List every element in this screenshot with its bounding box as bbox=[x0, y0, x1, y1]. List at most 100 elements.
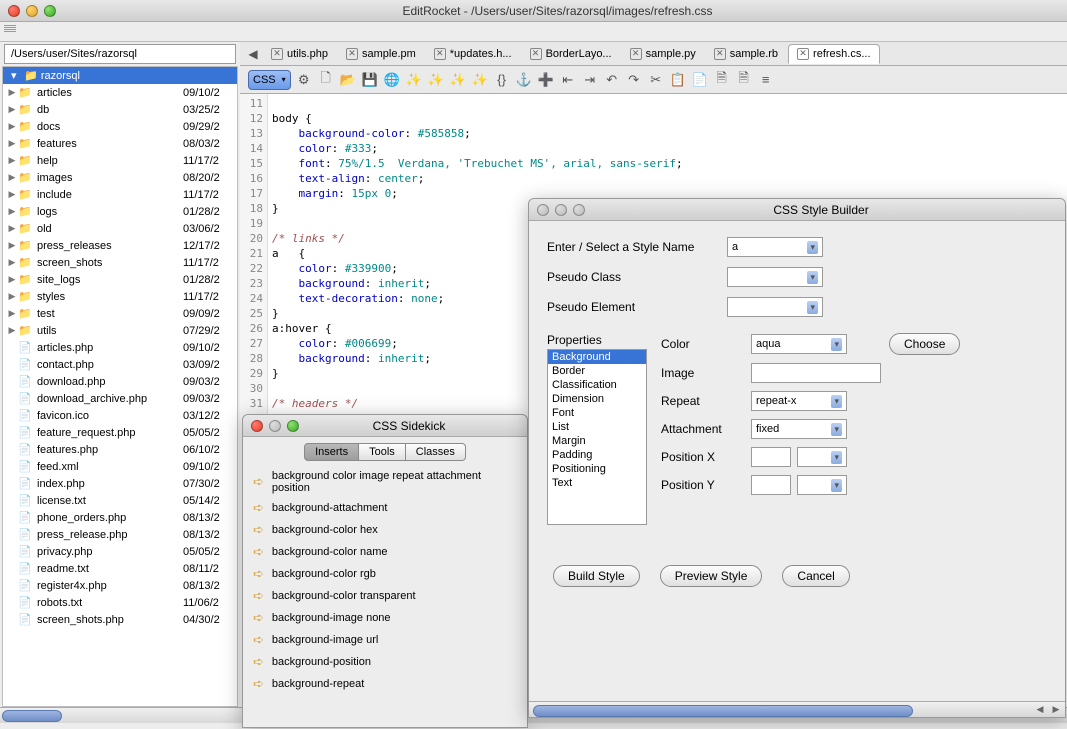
posy-unit-combo[interactable] bbox=[797, 475, 847, 495]
tree-file[interactable]: 📄readme.txt08/11/2 bbox=[3, 560, 237, 577]
sidekick-item[interactable]: ➪background-repeat bbox=[243, 673, 527, 695]
plus-icon[interactable]: ➕ bbox=[537, 71, 555, 89]
builder-close-button[interactable] bbox=[537, 204, 549, 216]
sidekick-item[interactable]: ➪background color image repeat attachmen… bbox=[243, 467, 527, 497]
left-indent-icon[interactable]: ⇤ bbox=[559, 71, 577, 89]
sidekick-zoom-button[interactable] bbox=[287, 420, 299, 432]
tree-folder[interactable]: ▶📁articles09/10/2 bbox=[3, 84, 237, 101]
tree-folder[interactable]: ▶📁styles11/17/2 bbox=[3, 288, 237, 305]
paste-icon[interactable]: 📄 bbox=[691, 71, 709, 89]
braces-icon[interactable]: {} bbox=[493, 71, 511, 89]
sidekick-item[interactable]: ➪background-position bbox=[243, 651, 527, 673]
tree-root[interactable]: ▾ 📁 razorsql bbox=[3, 67, 237, 84]
disclosure-icon[interactable]: ▶ bbox=[7, 274, 17, 285]
tree-file[interactable]: 📄articles.php09/10/2 bbox=[3, 339, 237, 356]
tree-file[interactable]: 📄phone_orders.php08/13/2 bbox=[3, 509, 237, 526]
builder-horizontal-scrollbar[interactable]: ◀ ▶ bbox=[529, 701, 1065, 717]
sidekick-minimize-button[interactable] bbox=[269, 420, 281, 432]
editor-tab[interactable]: ✕*updates.h... bbox=[426, 44, 520, 64]
tree-file[interactable]: 📄index.php07/30/2 bbox=[3, 475, 237, 492]
tree-folder[interactable]: ▶📁include11/17/2 bbox=[3, 186, 237, 203]
path-input[interactable] bbox=[4, 44, 236, 64]
builder-minimize-button[interactable] bbox=[555, 204, 567, 216]
color-combo[interactable]: aqua bbox=[751, 334, 847, 354]
editor-tab[interactable]: ✕utils.php bbox=[263, 44, 336, 64]
file-tree[interactable]: ▾ 📁 razorsql ▶📁articles09/10/2▶📁db03/25/… bbox=[2, 66, 238, 707]
tree-folder[interactable]: ▶📁old03/06/2 bbox=[3, 220, 237, 237]
posx-unit-combo[interactable] bbox=[797, 447, 847, 467]
scroll-right-icon[interactable]: ▶ bbox=[1049, 704, 1063, 716]
posy-input[interactable] bbox=[751, 475, 791, 495]
scroll-left-icon[interactable]: ◀ bbox=[1033, 704, 1047, 716]
tree-file[interactable]: 📄feed.xml09/10/2 bbox=[3, 458, 237, 475]
tree-file[interactable]: 📄features.php06/10/2 bbox=[3, 441, 237, 458]
sidekick-item[interactable]: ➪background-color rgb bbox=[243, 563, 527, 585]
undo-icon[interactable]: ↶ bbox=[603, 71, 621, 89]
pseudo-class-combo[interactable] bbox=[727, 267, 823, 287]
disclosure-icon[interactable]: ▶ bbox=[7, 87, 17, 98]
repeat-combo[interactable]: repeat-x bbox=[751, 391, 847, 411]
scroll-thumb[interactable] bbox=[2, 710, 62, 722]
tree-file[interactable]: 📄press_release.php08/13/2 bbox=[3, 526, 237, 543]
tree-file[interactable]: 📄privacy.php05/05/2 bbox=[3, 543, 237, 560]
wand2-icon[interactable]: ✨ bbox=[427, 71, 445, 89]
sidekick-item[interactable]: ➪background-color name bbox=[243, 541, 527, 563]
wand-icon[interactable]: ✨ bbox=[405, 71, 423, 89]
sidekick-tab[interactable]: Tools bbox=[359, 443, 406, 461]
property-category[interactable]: Margin bbox=[548, 434, 646, 448]
toolbar-handle[interactable] bbox=[4, 25, 16, 32]
sidekick-tab[interactable]: Inserts bbox=[304, 443, 359, 461]
tree-folder[interactable]: ▶📁docs09/29/2 bbox=[3, 118, 237, 135]
builder-zoom-button[interactable] bbox=[573, 204, 585, 216]
disclosure-icon[interactable]: ▶ bbox=[7, 138, 17, 149]
tree-file[interactable]: 📄robots.txt11/06/2 bbox=[3, 594, 237, 611]
globe-icon[interactable]: 🌐 bbox=[383, 71, 401, 89]
language-select[interactable]: CSS bbox=[248, 70, 291, 90]
sidekick-item[interactable]: ➪background-attachment bbox=[243, 497, 527, 519]
tree-file[interactable]: 📄screen_shots.php04/30/2 bbox=[3, 611, 237, 628]
right-indent-icon[interactable]: ⇥ bbox=[581, 71, 599, 89]
close-tab-icon[interactable]: ✕ bbox=[346, 48, 358, 60]
disclosure-icon[interactable]: ▶ bbox=[7, 155, 17, 166]
property-category[interactable]: Padding bbox=[548, 448, 646, 462]
tree-folder[interactable]: ▶📁press_releases12/17/2 bbox=[3, 237, 237, 254]
property-category[interactable]: Border bbox=[548, 364, 646, 378]
editor-tab[interactable]: ✕sample.rb bbox=[706, 44, 786, 64]
cancel-button[interactable]: Cancel bbox=[782, 565, 849, 587]
cut-icon[interactable]: ✂ bbox=[647, 71, 665, 89]
wand4-icon[interactable]: ✨ bbox=[471, 71, 489, 89]
sidekick-item[interactable]: ➪background-image none bbox=[243, 607, 527, 629]
close-tab-icon[interactable]: ✕ bbox=[630, 48, 642, 60]
property-category[interactable]: List bbox=[548, 420, 646, 434]
property-category[interactable]: Dimension bbox=[548, 392, 646, 406]
disclosure-icon[interactable]: ▶ bbox=[7, 172, 17, 183]
property-category[interactable]: Text bbox=[548, 476, 646, 490]
tree-file[interactable]: 📄contact.php03/09/2 bbox=[3, 356, 237, 373]
tree-folder[interactable]: ▶📁db03/25/2 bbox=[3, 101, 237, 118]
disclosure-icon[interactable]: ▶ bbox=[7, 223, 17, 234]
tree-file[interactable]: 📄license.txt05/14/2 bbox=[3, 492, 237, 509]
tree-folder[interactable]: ▶📁site_logs01/28/2 bbox=[3, 271, 237, 288]
close-tab-icon[interactable]: ✕ bbox=[797, 48, 809, 60]
doc2-icon[interactable]: 🗎 bbox=[735, 71, 753, 89]
editor-tab[interactable]: ✕BorderLayo... bbox=[522, 44, 620, 64]
open-file-icon[interactable]: 📂 bbox=[339, 71, 357, 89]
tree-folder[interactable]: ▶📁logs01/28/2 bbox=[3, 203, 237, 220]
tree-folder[interactable]: ▶📁images08/20/2 bbox=[3, 169, 237, 186]
preview-style-button[interactable]: Preview Style bbox=[660, 565, 763, 587]
close-tab-icon[interactable]: ✕ bbox=[434, 48, 446, 60]
sidekick-tab[interactable]: Classes bbox=[406, 443, 466, 461]
choose-button[interactable]: Choose bbox=[889, 333, 960, 355]
list-icon[interactable]: ≡ bbox=[757, 71, 775, 89]
sidekick-list[interactable]: ➪background color image repeat attachmen… bbox=[243, 463, 527, 727]
copy-icon[interactable]: 📋 bbox=[669, 71, 687, 89]
sidekick-item[interactable]: ➪background-image url bbox=[243, 629, 527, 651]
zoom-window-button[interactable] bbox=[44, 5, 56, 17]
disclosure-icon[interactable]: ▶ bbox=[7, 325, 17, 336]
properties-list[interactable]: BackgroundBorderClassificationDimensionF… bbox=[547, 349, 647, 525]
image-input[interactable] bbox=[751, 363, 881, 383]
tool-icon[interactable]: ⚙ bbox=[295, 71, 313, 89]
minimize-window-button[interactable] bbox=[26, 5, 38, 17]
tree-file[interactable]: 📄feature_request.php05/05/2 bbox=[3, 424, 237, 441]
close-tab-icon[interactable]: ✕ bbox=[271, 48, 283, 60]
